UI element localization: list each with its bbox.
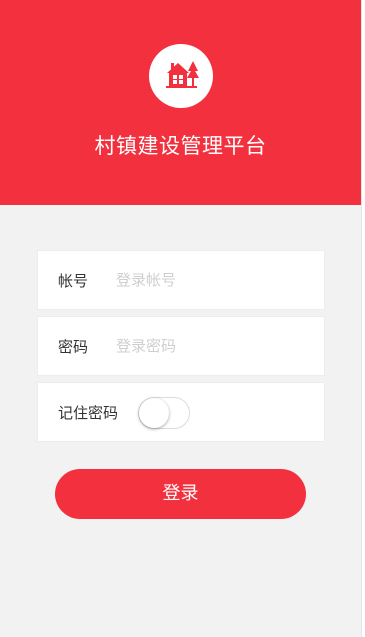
account-input[interactable] — [116, 263, 306, 297]
remember-password-row: 记住密码 — [37, 382, 325, 442]
password-field: 密码 — [37, 316, 325, 376]
app-title: 村镇建设管理平台 — [94, 134, 267, 158]
password-input[interactable] — [116, 329, 306, 363]
remember-password-toggle[interactable] — [138, 397, 190, 429]
account-field: 帐号 — [37, 250, 325, 310]
account-label: 帐号 — [58, 272, 89, 290]
app-logo — [149, 44, 213, 108]
house-with-tree-icon — [166, 61, 199, 88]
login-screen: 村镇建设管理平台 帐号 密码 记住密码 登录 — [0, 0, 362, 637]
toggle-knob[interactable] — [139, 398, 169, 428]
password-label: 密码 — [58, 338, 89, 356]
remember-password-label: 记住密码 — [58, 404, 119, 422]
header-banner: 村镇建设管理平台 — [0, 0, 361, 205]
login-button[interactable]: 登录 — [55, 469, 306, 519]
